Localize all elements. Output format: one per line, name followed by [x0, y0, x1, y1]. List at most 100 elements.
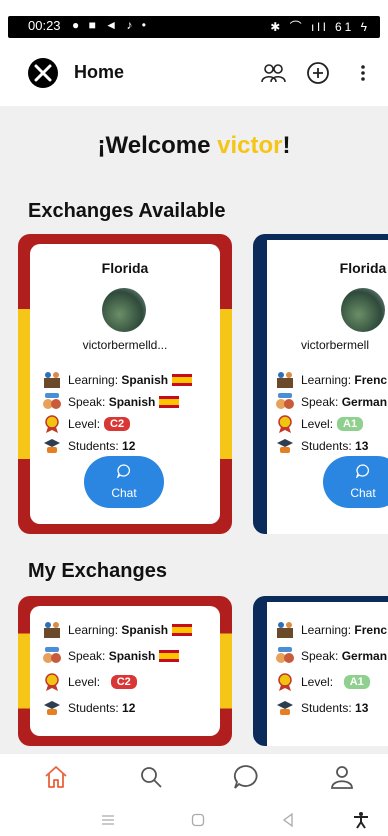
classroom-icon	[277, 622, 293, 638]
graduation-icon	[277, 701, 293, 715]
learning-language: Frenc	[354, 373, 388, 387]
level-badge: C2	[104, 417, 131, 431]
students-label: Students:	[301, 701, 352, 715]
avatar	[102, 288, 146, 332]
medal-icon	[45, 673, 59, 691]
speak-label: Speak:	[68, 395, 106, 409]
learning-row: Learning: Spanish	[42, 370, 193, 390]
students-count: 13	[355, 701, 369, 715]
welcome-prefix: ¡Welcome	[97, 132, 218, 159]
home-system-icon[interactable]	[190, 812, 206, 828]
students-label: Students:	[68, 701, 119, 715]
spain-flag-icon	[159, 396, 180, 408]
exchange-username: victorbermell	[301, 338, 370, 352]
more-vert-icon[interactable]	[350, 60, 376, 86]
level-row: Level: C2	[42, 672, 137, 692]
learning-language: Spanish	[121, 373, 169, 387]
chat-button[interactable]: Chat	[84, 456, 164, 508]
level-row: Level: A1	[275, 672, 370, 692]
classroom-icon	[44, 622, 60, 638]
speak-language: Spanish	[108, 395, 156, 409]
medal-icon	[278, 673, 292, 691]
conversation-icon	[43, 647, 61, 663]
back-icon[interactable]	[280, 812, 296, 828]
speak-label: Speak:	[301, 395, 339, 409]
level-row: Level: C2	[42, 414, 131, 434]
exchange-username: victorbermelld...	[82, 338, 168, 352]
conversation-icon	[276, 393, 294, 409]
learning-label: Learning:	[68, 623, 119, 637]
system-status-icons: ✱ ⌒ ıll 61 ϟ	[270, 20, 370, 34]
level-badge: A1	[343, 675, 370, 689]
exchange-card[interactable]: Florida victorbermelld... Learning: Span…	[18, 234, 232, 534]
section-my-exchanges: My Exchanges	[28, 560, 167, 582]
welcome-username: victor	[217, 132, 283, 159]
students-label: Students:	[68, 439, 119, 453]
bottom-navigation	[0, 754, 388, 802]
speak-language: German	[341, 649, 388, 663]
learning-label: Learning:	[68, 373, 119, 387]
level-row: Level: A1	[275, 414, 364, 434]
notification-icons: ● ■ ◄ ♪ •	[72, 18, 149, 32]
learning-row: Learning: Spanish	[42, 620, 193, 640]
avatar	[341, 288, 385, 332]
exchange-card-body: Florida victorbermell Learning: Frenc Sp…	[271, 244, 388, 524]
exchange-card-body: Learning: Spanish Speak: Spanish Level: …	[30, 606, 220, 736]
students-row: Students: 13	[275, 436, 368, 456]
conversation-icon	[43, 393, 61, 409]
add-circle-icon[interactable]	[305, 60, 331, 86]
speak-language: Spanish	[108, 649, 156, 663]
welcome-heading: ¡Welcome victor!	[0, 132, 388, 160]
home-icon[interactable]	[43, 764, 69, 790]
chat-icon[interactable]	[233, 764, 259, 790]
graduation-icon	[277, 439, 293, 453]
learning-language: Spanish	[121, 623, 169, 637]
home-content: ¡Welcome victor! Exchanges Available Flo…	[0, 106, 388, 754]
spain-flag-icon	[159, 650, 180, 662]
students-row: Students: 12	[42, 436, 135, 456]
page-title: Home	[74, 62, 125, 82]
students-row: Students: 13	[275, 698, 368, 718]
students-label: Students:	[301, 439, 352, 453]
system-navigation-bar	[0, 802, 388, 836]
speak-row: Speak: Spanish	[42, 392, 180, 412]
spain-flag-icon	[172, 374, 193, 386]
level-label: Level:	[301, 675, 334, 689]
students-count: 12	[122, 701, 136, 715]
status-bar: 00:23 ● ■ ◄ ♪ • ✱ ⌒ ıll 61 ϟ	[0, 0, 388, 38]
welcome-suffix: !	[282, 132, 291, 159]
chat-button[interactable]: Chat	[323, 456, 388, 508]
chat-button-label: Chat	[350, 486, 376, 500]
conversation-icon	[276, 647, 294, 663]
graduation-icon	[44, 439, 60, 453]
level-badge: A1	[337, 417, 364, 431]
chat-bubble-icon	[117, 464, 130, 478]
level-label: Level:	[301, 417, 334, 431]
recent-apps-icon[interactable]	[100, 812, 116, 828]
status-time: 00:23	[28, 18, 61, 33]
my-exchange-card[interactable]: Learning: Frenc Speak: German Level: A1 …	[253, 596, 388, 746]
exchange-card-body: Florida victorbermelld... Learning: Span…	[30, 244, 220, 524]
exchange-card[interactable]: Florida victorbermell Learning: Frenc Sp…	[253, 234, 388, 534]
section-exchanges-available: Exchanges Available	[28, 200, 226, 222]
learning-label: Learning:	[301, 623, 352, 637]
speak-language: German	[341, 395, 388, 409]
speak-label: Speak:	[301, 649, 339, 663]
chat-button-label: Chat	[111, 486, 137, 500]
learning-label: Learning:	[301, 373, 352, 387]
medal-icon	[45, 415, 59, 433]
learning-language: Frenc	[354, 623, 388, 637]
group-icon[interactable]	[260, 60, 286, 86]
exchange-city: Florida	[339, 260, 387, 276]
app-logo-icon	[28, 58, 58, 88]
graduation-icon	[44, 701, 60, 715]
accessibility-icon[interactable]	[352, 811, 370, 829]
learning-row: Learning: Frenc	[275, 620, 387, 640]
level-label: Level:	[68, 675, 101, 689]
search-icon[interactable]	[138, 764, 164, 790]
speak-row: Speak: German	[275, 392, 387, 412]
profile-icon[interactable]	[329, 764, 355, 790]
speak-row: Speak: German	[275, 646, 387, 666]
level-badge: C2	[110, 675, 137, 689]
my-exchange-card[interactable]: Learning: Spanish Speak: Spanish Level: …	[18, 596, 232, 746]
